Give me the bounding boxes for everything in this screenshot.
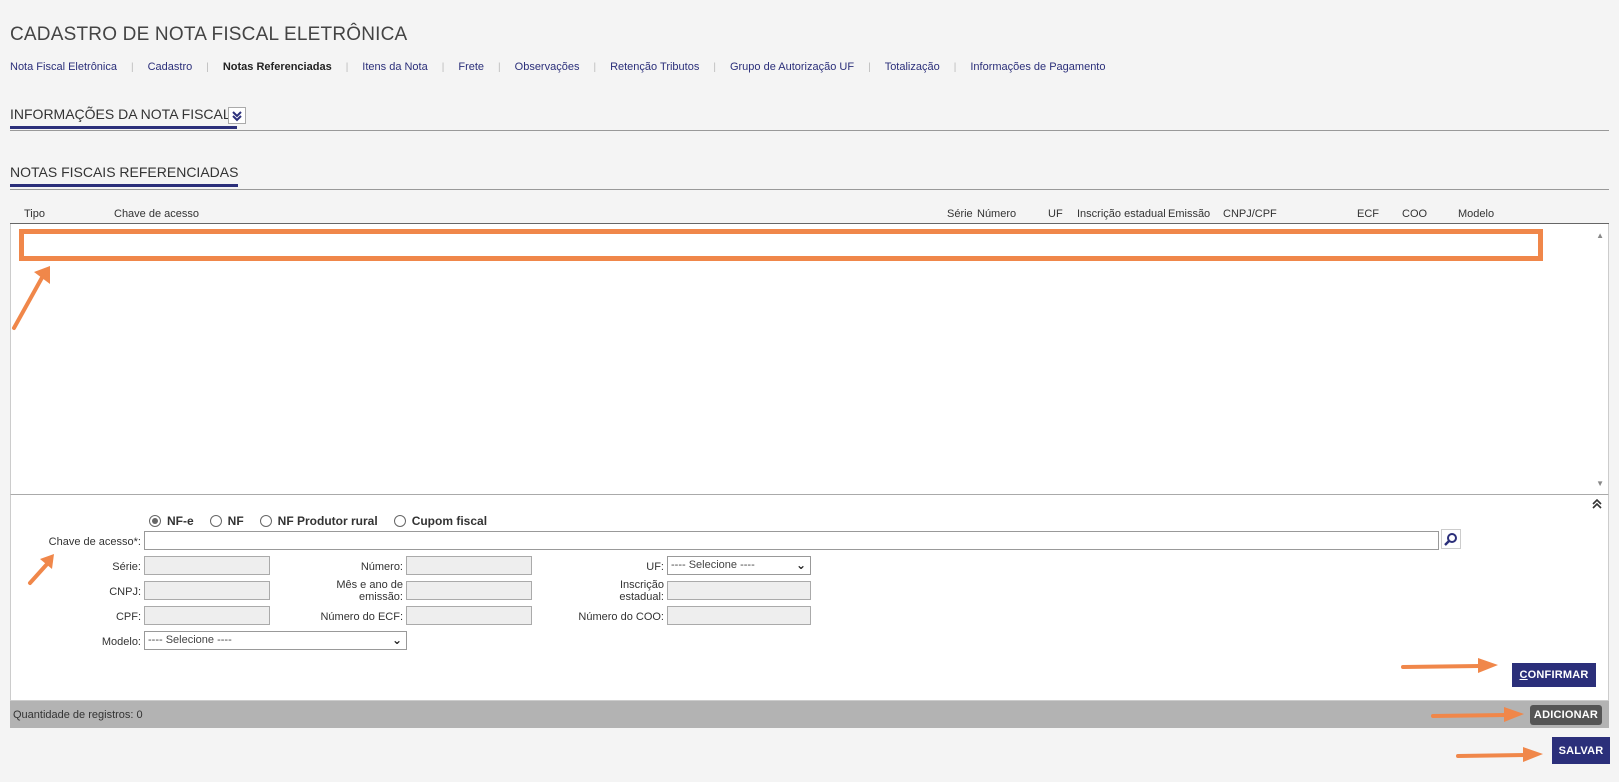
confirm-button-accesskey: C bbox=[1519, 669, 1528, 681]
serie-label: Série: bbox=[112, 561, 141, 573]
radio-cupom-fiscal[interactable]: Cupom fiscal bbox=[393, 514, 488, 528]
reference-form-panel: NF-e NF NF Produtor rural Cupom fiscal C… bbox=[10, 494, 1609, 701]
grid-body: ▲ ▼ bbox=[10, 224, 1609, 494]
mes-ano-emissao-label-line2: emissão: bbox=[358, 591, 403, 603]
add-button[interactable]: ADICIONAR bbox=[1530, 705, 1602, 725]
cpf-input[interactable] bbox=[144, 606, 270, 625]
mes-ano-emissao-label-line1: Mês e ano de bbox=[336, 579, 403, 591]
col-tipo[interactable]: Tipo bbox=[24, 208, 45, 220]
modelo-select-value: ---- Selecione ---- bbox=[148, 634, 232, 646]
tab-retencao-tributos[interactable]: Retenção Tributos bbox=[610, 61, 699, 73]
tab-separator: | bbox=[713, 61, 716, 73]
modelo-select[interactable]: ---- Selecione ---- ⌄ bbox=[144, 631, 407, 650]
numero-coo-input[interactable] bbox=[667, 606, 811, 625]
tipo-nota-radio-group: NF-e NF NF Produtor rural Cupom fiscal bbox=[149, 514, 503, 528]
numero-label: Número: bbox=[360, 561, 403, 573]
expand-section-button[interactable] bbox=[228, 107, 246, 124]
col-chave-acesso[interactable]: Chave de acesso bbox=[114, 208, 199, 220]
cnpj-input[interactable] bbox=[144, 581, 270, 600]
double-chevron-down-icon bbox=[232, 110, 242, 121]
col-inscricao-estadual[interactable]: Inscrição estadual bbox=[1077, 208, 1166, 220]
col-uf[interactable]: UF bbox=[1048, 208, 1063, 220]
col-numero[interactable]: Número bbox=[977, 208, 1016, 220]
tab-separator: | bbox=[498, 61, 501, 73]
numero-coo-label: Número do COO: bbox=[578, 611, 664, 623]
radio-nf-produtor-rural-indicator[interactable] bbox=[259, 515, 272, 527]
tab-nota-fiscal-eletronica[interactable]: Nota Fiscal Eletrônica bbox=[10, 61, 117, 73]
numero-ecf-label: Número do ECF: bbox=[320, 611, 403, 623]
confirm-button-label: ONFIRMAR bbox=[1527, 669, 1589, 681]
radio-nfe-label: NF-e bbox=[167, 514, 194, 528]
numero-ecf-input[interactable] bbox=[406, 606, 532, 625]
radio-nf-produtor-rural[interactable]: NF Produtor rural bbox=[259, 514, 378, 528]
tab-grupo-autorizacao-uf[interactable]: Grupo de Autorização UF bbox=[730, 61, 854, 73]
radio-nf-indicator[interactable] bbox=[209, 515, 222, 527]
status-bar: Quantidade de registros: 0 bbox=[10, 701, 1609, 728]
radio-nf[interactable]: NF bbox=[209, 514, 244, 528]
section-title-refs: NOTAS FISCAIS REFERENCIADAS bbox=[10, 164, 239, 187]
col-modelo[interactable]: Modelo bbox=[1458, 208, 1494, 220]
double-chevron-up-icon[interactable] bbox=[1592, 498, 1602, 512]
tab-frete[interactable]: Frete bbox=[458, 61, 484, 73]
annotation-arrow-save bbox=[1456, 747, 1543, 762]
section-info-nota-fiscal: INFORMAÇÕES DA NOTA FISCAL bbox=[10, 106, 1609, 131]
inscricao-estadual-input[interactable] bbox=[667, 581, 811, 600]
radio-nf-label: NF bbox=[227, 514, 244, 528]
record-count: Quantidade de registros: 0 bbox=[13, 709, 143, 721]
tab-separator: | bbox=[868, 61, 871, 73]
uf-select-value: ---- Selecione ---- bbox=[671, 559, 755, 571]
serie-input[interactable] bbox=[144, 556, 270, 575]
inscricao-estadual-label-line2: estadual: bbox=[619, 591, 664, 603]
tab-notas-referenciadas[interactable]: Notas Referenciadas bbox=[223, 61, 332, 73]
cpf-label: CPF: bbox=[115, 611, 141, 623]
chave-acesso-label: Chave de acesso*: bbox=[48, 536, 141, 548]
tab-separator: | bbox=[131, 61, 134, 73]
modelo-label: Modelo: bbox=[101, 636, 141, 648]
section-title-info: INFORMAÇÕES DA NOTA FISCAL bbox=[10, 106, 237, 129]
uf-select[interactable]: ---- Selecione ---- ⌄ bbox=[667, 556, 811, 575]
chave-acesso-input[interactable] bbox=[144, 531, 1439, 550]
mes-ano-emissao-input[interactable] bbox=[406, 581, 532, 600]
scroll-down-icon[interactable]: ▼ bbox=[1596, 479, 1604, 488]
tab-itens-da-nota[interactable]: Itens da Nota bbox=[362, 61, 427, 73]
col-serie[interactable]: Série bbox=[947, 208, 973, 220]
radio-nfe[interactable]: NF-e bbox=[149, 514, 194, 528]
search-icon bbox=[1444, 533, 1457, 546]
save-button[interactable]: SALVAR bbox=[1552, 737, 1610, 764]
mes-ano-emissao-label: Mês e ano de emissão: bbox=[303, 579, 403, 603]
inscricao-estadual-label: Inscrição estadual: bbox=[564, 579, 664, 603]
radio-cupom-fiscal-label: Cupom fiscal bbox=[411, 514, 488, 528]
numero-input[interactable] bbox=[406, 556, 532, 575]
inscricao-estadual-label-line1: Inscrição bbox=[619, 579, 664, 591]
scroll-up-icon[interactable]: ▲ bbox=[1596, 231, 1604, 240]
tab-informacoes-pagamento[interactable]: Informações de Pagamento bbox=[970, 61, 1105, 73]
radio-nfe-indicator[interactable] bbox=[149, 515, 161, 527]
search-button[interactable] bbox=[1441, 529, 1461, 549]
tab-separator: | bbox=[441, 61, 445, 73]
col-coo[interactable]: COO bbox=[1402, 208, 1427, 220]
tab-separator: | bbox=[206, 61, 209, 73]
tab-bar: Nota Fiscal Eletrônica | Cadastro | Nota… bbox=[10, 61, 1105, 73]
col-emissao[interactable]: Emissão bbox=[1168, 208, 1210, 220]
page-title: CADASTRO DE NOTA FISCAL ELETRÔNICA bbox=[10, 24, 408, 45]
tab-separator: | bbox=[345, 61, 349, 73]
confirm-button[interactable]: C ONFIRMAR bbox=[1512, 663, 1596, 687]
tab-separator: | bbox=[953, 61, 957, 73]
col-ecf[interactable]: ECF bbox=[1357, 208, 1379, 220]
tab-totalizacao[interactable]: Totalização bbox=[885, 61, 940, 73]
uf-label: UF: bbox=[646, 561, 664, 573]
chevron-down-icon: ⌄ bbox=[795, 558, 806, 572]
grid-header: Tipo Chave de acesso Série Número UF Ins… bbox=[10, 200, 1609, 224]
radio-nf-produtor-rural-label: NF Produtor rural bbox=[277, 514, 378, 528]
col-cnpj-cpf[interactable]: CNPJ/CPF bbox=[1223, 208, 1277, 220]
tab-observacoes[interactable]: Observações bbox=[515, 61, 580, 73]
tab-cadastro[interactable]: Cadastro bbox=[148, 61, 193, 73]
chevron-down-icon: ⌄ bbox=[391, 633, 402, 647]
annotation-highlight-box bbox=[19, 229, 1543, 261]
tab-separator: | bbox=[593, 61, 597, 73]
radio-cupom-fiscal-indicator[interactable] bbox=[393, 515, 406, 527]
cnpj-label: CNPJ: bbox=[109, 586, 141, 598]
section-notas-referenciadas: NOTAS FISCAIS REFERENCIADAS bbox=[10, 164, 1609, 190]
